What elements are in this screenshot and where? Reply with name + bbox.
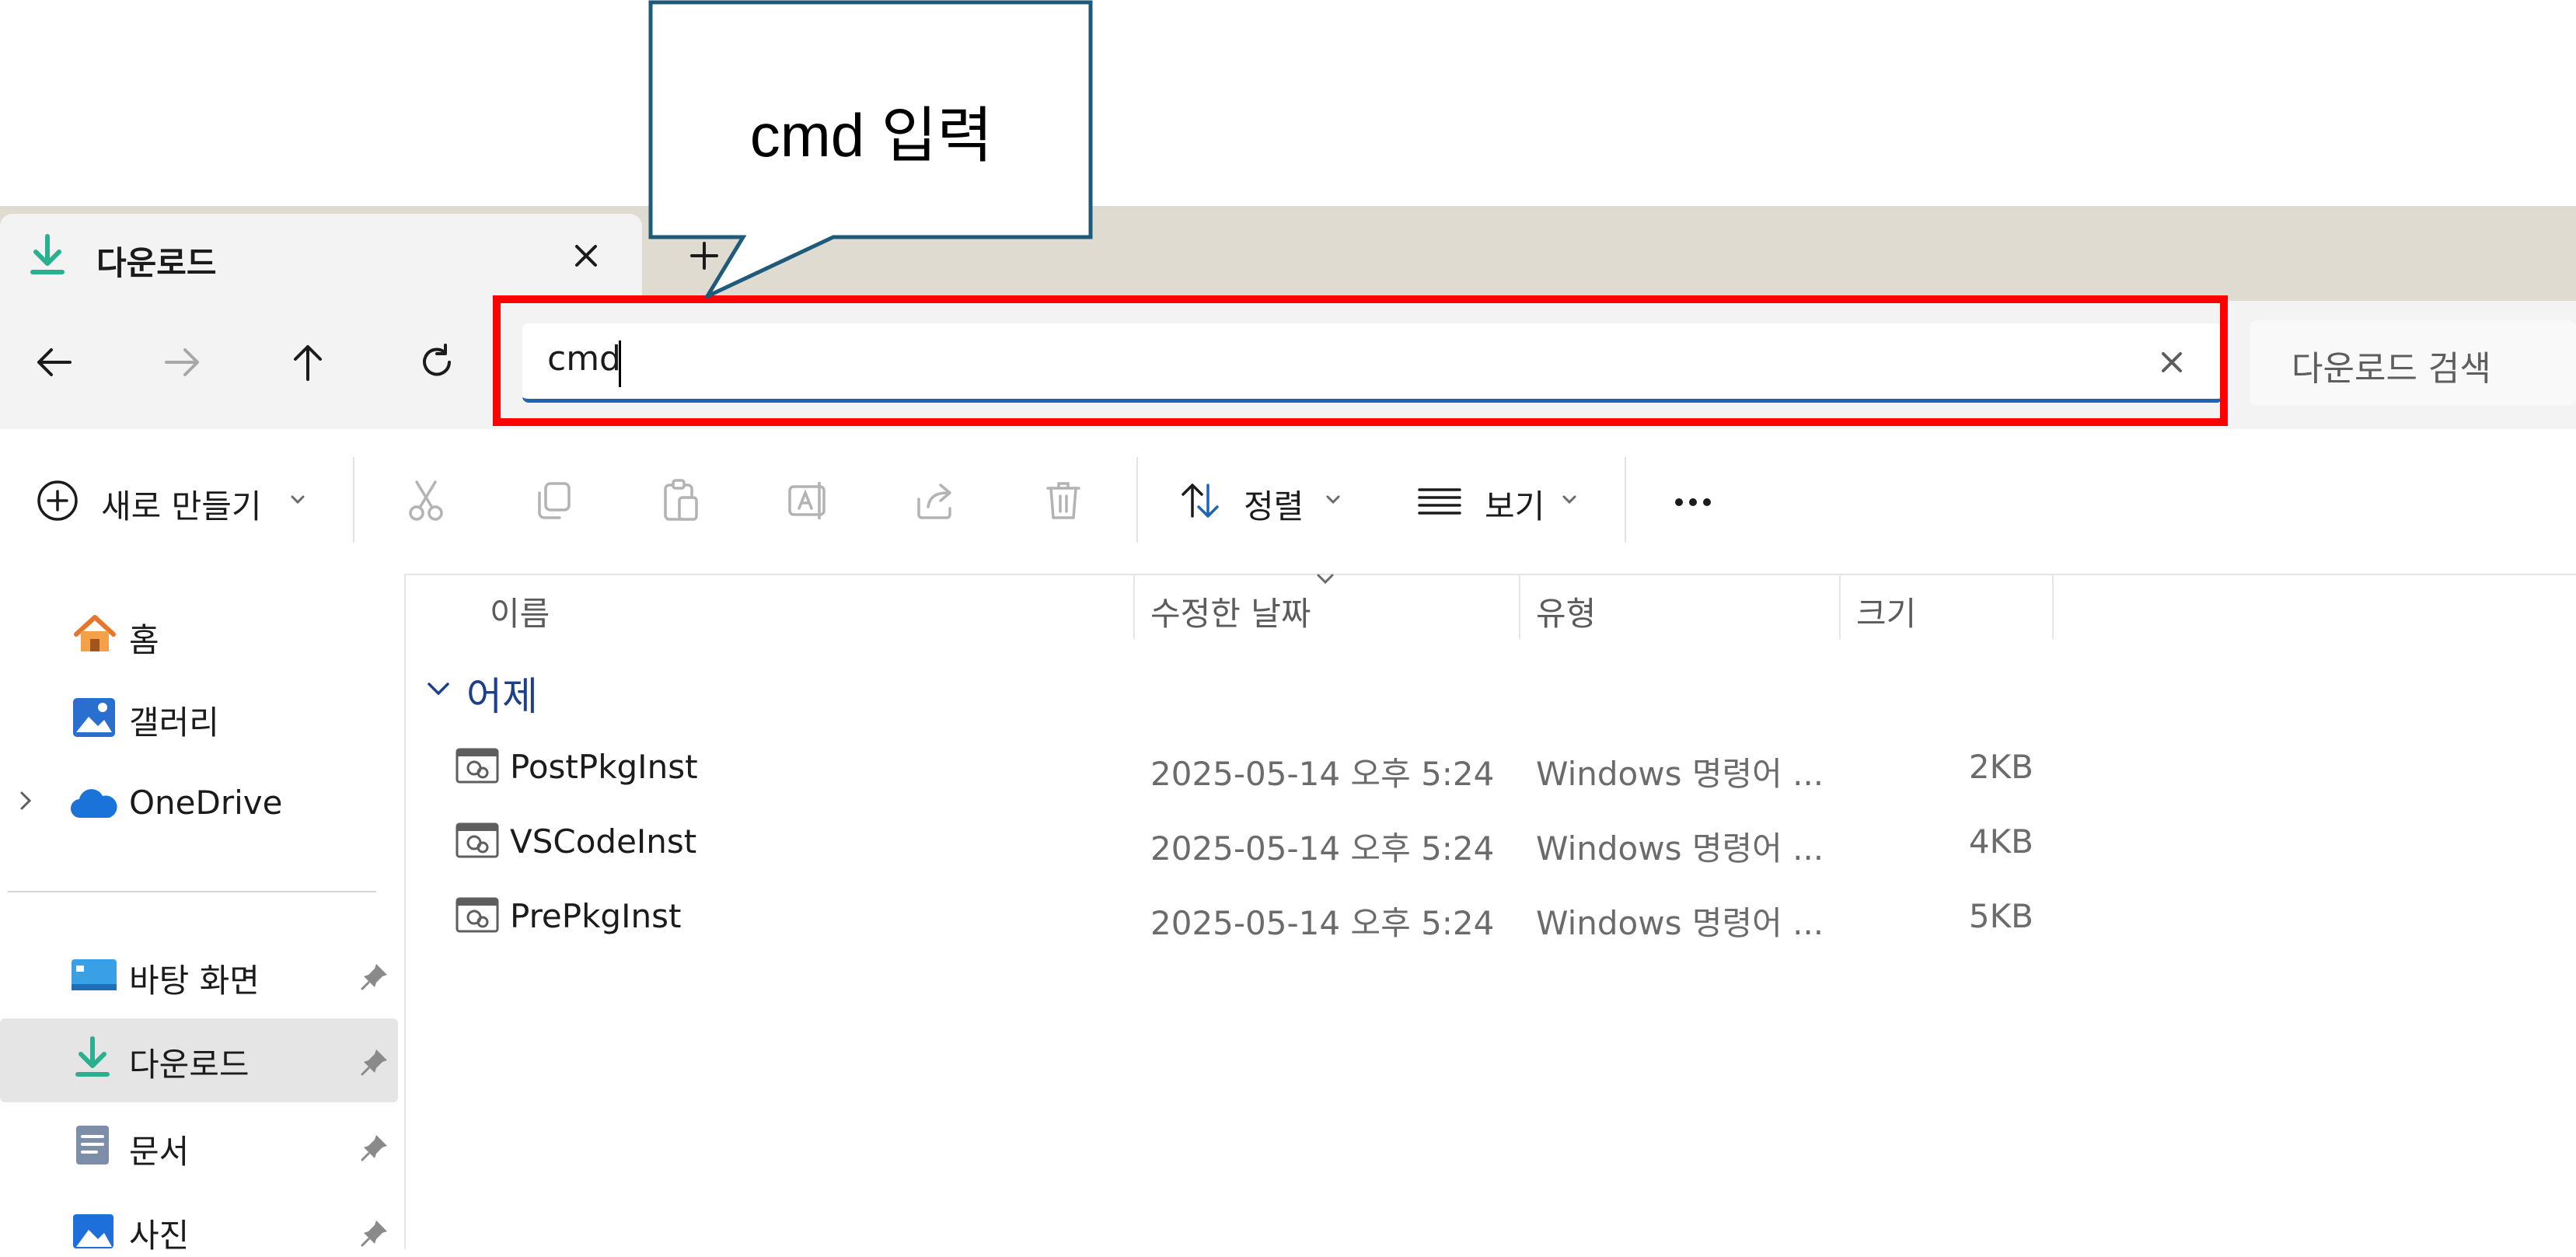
sidebar-item-label: 사진 — [129, 1217, 190, 1255]
tab-label: 다운로드 — [96, 244, 217, 282]
file-size: 4KB — [1968, 822, 2033, 861]
pictures-icon — [72, 1213, 115, 1248]
pin-icon[interactable] — [359, 1132, 390, 1163]
file-size: 2KB — [1968, 748, 2033, 786]
sidebar-item-label: 다운로드 — [129, 1046, 250, 1084]
back-button[interactable] — [31, 339, 78, 386]
sort-chevron-icon — [1314, 571, 1337, 589]
column-divider[interactable] — [1133, 575, 1135, 639]
collapse-chevron-icon[interactable] — [423, 673, 454, 704]
arrow-right-icon — [165, 348, 199, 376]
search-placeholder: 다운로드 검색 — [2292, 349, 2491, 389]
plus-circle-icon — [33, 476, 82, 525]
batch-file-icon — [456, 897, 499, 933]
column-header-modified[interactable]: 수정한 날짜 — [1150, 588, 1311, 635]
group-header[interactable]: 어제 — [466, 665, 538, 721]
callout-text: cmd 입력 — [749, 101, 993, 169]
file-type: Windows 명령어 ... — [1536, 829, 1824, 868]
file-type: Windows 명령어 ... — [1536, 755, 1824, 793]
sidebar-item-documents[interactable] — [65, 1118, 392, 1174]
more-options-button[interactable] — [1663, 482, 1726, 521]
desktop-icon — [70, 958, 118, 993]
file-modified: 2025-05-14 오후 5:24 — [1150, 904, 1495, 942]
copy-icon[interactable] — [529, 476, 578, 525]
highlight-box — [493, 295, 2228, 426]
cut-icon[interactable] — [401, 476, 451, 525]
document-icon — [75, 1124, 110, 1166]
chevron-down-icon — [1558, 488, 1581, 512]
delete-icon[interactable] — [1038, 476, 1088, 525]
column-header-type[interactable]: 유형 — [1536, 588, 1596, 635]
batch-file-icon — [456, 822, 499, 858]
file-type: Windows 명령어 ... — [1536, 904, 1824, 942]
list-view-icon — [1415, 476, 1464, 525]
file-modified: 2025-05-14 오후 5:24 — [1150, 755, 1495, 793]
more-icon — [1675, 498, 1711, 506]
pin-icon[interactable] — [359, 1046, 390, 1077]
sidebar-item-label: OneDrive — [129, 784, 283, 822]
new-button-label: 새로 만들기 — [101, 487, 262, 525]
file-name: PostPkgInst — [510, 748, 698, 786]
gallery-icon — [72, 697, 117, 738]
pin-icon[interactable] — [359, 961, 390, 992]
separator — [1136, 457, 1138, 543]
forward-button[interactable] — [159, 339, 205, 386]
arrow-up-icon — [294, 345, 322, 381]
file-name: VSCodeInst — [510, 822, 697, 861]
pin-icon[interactable] — [359, 1217, 390, 1248]
sidebar-item-label: 바탕 화면 — [129, 962, 260, 1000]
download-icon — [73, 1035, 112, 1079]
column-header-name[interactable]: 이름 — [490, 588, 550, 635]
refresh-button[interactable] — [414, 339, 460, 386]
close-icon — [575, 245, 597, 267]
chevron-down-icon — [1321, 488, 1345, 512]
refresh-icon — [423, 344, 451, 376]
column-header-size[interactable]: 크기 — [1856, 588, 1916, 635]
home-icon — [72, 613, 118, 656]
file-size: 5KB — [1968, 897, 2033, 935]
sidebar-item-label: 홈 — [129, 621, 159, 659]
expand-chevron-icon[interactable] — [14, 785, 37, 816]
view-label: 보기 — [1485, 487, 1545, 525]
paste-icon[interactable] — [656, 476, 706, 525]
onedrive-cloud-icon — [70, 788, 118, 819]
arrow-left-icon — [37, 348, 72, 376]
rename-icon[interactable] — [784, 476, 833, 525]
separator — [353, 457, 354, 543]
divider — [8, 891, 376, 892]
sort-icon — [1175, 476, 1225, 525]
tab-close-button[interactable] — [566, 236, 606, 276]
sidebar-item-label: 문서 — [129, 1133, 190, 1171]
file-name: PrePkgInst — [510, 897, 682, 935]
up-button[interactable] — [284, 339, 331, 386]
file-modified: 2025-05-14 오후 5:24 — [1150, 829, 1495, 868]
column-divider[interactable] — [1519, 575, 1520, 639]
sidebar-item-label: 갤러리 — [129, 704, 219, 742]
column-divider[interactable] — [2052, 575, 2054, 639]
batch-file-icon — [456, 748, 499, 784]
separator — [1625, 457, 1626, 543]
sort-label: 정렬 — [1244, 487, 1304, 525]
download-icon — [28, 233, 67, 277]
chevron-down-icon — [286, 488, 309, 512]
share-icon[interactable] — [911, 476, 961, 525]
column-divider[interactable] — [1839, 575, 1841, 639]
